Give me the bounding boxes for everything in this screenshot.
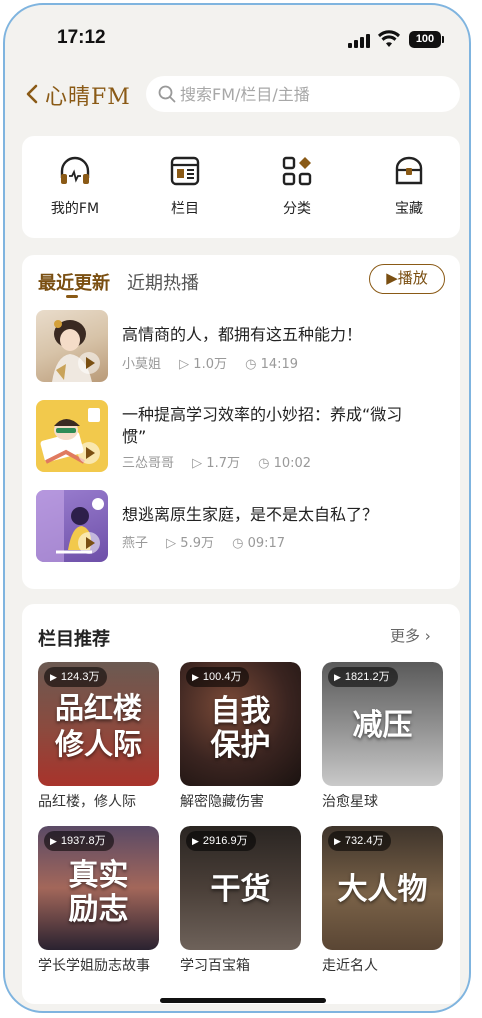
- play-all-button[interactable]: ▶播放: [369, 264, 445, 294]
- column-recommendations-card: 栏目推荐 更多 › 124.3万 品红楼 修人际 品红楼，修人际 100.4万 …: [22, 604, 460, 1004]
- column-tile[interactable]: 732.4万 大人物 走近名人: [322, 826, 443, 976]
- play-count-badge: 1821.2万: [328, 667, 398, 687]
- play-overlay-icon: [78, 442, 100, 464]
- column-tile[interactable]: 2916.9万 干货 学习百宝箱: [180, 826, 301, 976]
- clock-icon: ◷: [245, 357, 257, 372]
- column-name: 治愈星球: [322, 794, 378, 810]
- cover-text-line1: 自我: [210, 694, 271, 729]
- nav-label-treasure: 宝藏: [395, 201, 423, 217]
- episode-title: 高情商的人，都拥有这五种能力！: [122, 325, 363, 344]
- column-name: 品红楼，修人际: [38, 794, 136, 810]
- clock-icon: ◷: [258, 456, 270, 471]
- nav-treasure[interactable]: 宝藏: [364, 154, 454, 218]
- episode-duration: 09:17: [247, 536, 286, 551]
- cellular-signal-icon: [348, 32, 372, 48]
- app-logo: 心晴FM: [45, 85, 131, 110]
- tab-recent-updates[interactable]: 最近更新: [38, 269, 110, 295]
- nav-columns[interactable]: 栏目: [140, 154, 230, 218]
- category-grid-icon: [282, 156, 312, 186]
- nav-label-columns: 栏目: [171, 201, 199, 217]
- more-link[interactable]: 更多 ›: [390, 625, 431, 646]
- episode-plays: 1.7万: [206, 456, 240, 471]
- episode-meta: 燕子 ▷ 5.9万 ◷ 09:17: [122, 532, 285, 551]
- search-input[interactable]: [180, 80, 450, 108]
- recent-updates-card: 最近更新 近期热播 ▶播放 高情商的人，都拥有这五种能力！ 小莫姐 ▷ 1.0万: [22, 255, 460, 589]
- clock-icon: ◷: [232, 536, 244, 551]
- column-cover: 100.4万 自我 保护: [180, 662, 301, 786]
- column-tile[interactable]: 100.4万 自我 保护 解密隐藏伤害: [180, 662, 301, 812]
- column-tile[interactable]: 124.3万 品红楼 修人际 品红楼，修人际: [38, 662, 159, 812]
- episode-thumbnail: [36, 490, 108, 562]
- section-title: 栏目推荐: [38, 629, 110, 650]
- study-illustration: [40, 408, 100, 464]
- column-cover: 1937.8万 真实 励志: [38, 826, 159, 950]
- search-bar[interactable]: [146, 76, 460, 112]
- treasure-chest-icon: [395, 156, 423, 185]
- home-indicator[interactable]: [160, 998, 326, 1003]
- episode-thumbnail: [36, 400, 108, 472]
- episode-item[interactable]: 一种提高学习效率的小妙招：养成“微习惯” 三怂哥哥 ▷ 1.7万 ◷ 10:02: [36, 400, 450, 475]
- play-overlay-icon: [78, 352, 100, 374]
- status-time: 17:12: [57, 27, 106, 48]
- cover-text-line1: 真实: [68, 858, 129, 893]
- episode-title: 想逃离原生家庭，是不是太自私了？: [122, 505, 379, 524]
- status-bar: 17:12 100: [5, 5, 469, 69]
- column-name: 学长学姐励志故事: [38, 958, 150, 974]
- plays-icon: ▷: [166, 536, 177, 551]
- nav-label-categories: 分类: [283, 201, 311, 217]
- episode-meta: 小莫姐 ▷ 1.0万 ◷ 14:19: [122, 353, 298, 372]
- nav-my-fm[interactable]: 我的FM: [30, 154, 120, 218]
- episode-item[interactable]: 想逃离原生家庭，是不是太自私了？ 燕子 ▷ 5.9万 ◷ 09:17: [36, 490, 450, 565]
- episode-meta: 三怂哥哥 ▷ 1.7万 ◷ 10:02: [122, 452, 311, 471]
- active-tab-indicator: [66, 295, 78, 298]
- column-cover: 124.3万 品红楼 修人际: [38, 662, 159, 786]
- nav-categories[interactable]: 分类: [252, 154, 342, 218]
- column-tile[interactable]: 1937.8万 真实 励志 学长学姐励志故事: [38, 826, 159, 976]
- episode-duration: 14:19: [260, 357, 299, 372]
- play-count-badge: 124.3万: [44, 667, 108, 687]
- episode-plays: 5.9万: [180, 536, 214, 551]
- cover-text-line1: 大人物: [337, 872, 428, 907]
- episode-item[interactable]: 高情商的人，都拥有这五种能力！ 小莫姐 ▷ 1.0万 ◷ 14:19: [36, 310, 450, 385]
- play-count-badge: 2916.9万: [186, 831, 256, 851]
- play-count-badge: 100.4万: [186, 667, 250, 687]
- cover-text-line2: 修人际: [54, 727, 142, 761]
- episode-thumbnail: [36, 310, 108, 382]
- cover-text-line2: 励志: [68, 892, 129, 927]
- wifi-icon: [378, 30, 400, 47]
- episode-author: 小莫姐: [122, 357, 162, 372]
- nav-label-my-fm: 我的FM: [50, 201, 100, 217]
- portrait-illustration: [52, 320, 92, 382]
- battery-indicator: 100: [409, 31, 444, 48]
- episode-author: 三怂哥哥: [122, 456, 175, 471]
- column-cover: 2916.9万 干货: [180, 826, 301, 950]
- cover-text-line1: 减压: [352, 708, 413, 743]
- episode-duration: 10:02: [273, 456, 312, 471]
- phone-screen: 17:12 100 心晴FM 我的FM: [3, 3, 471, 1013]
- cover-text-line1: 干货: [210, 872, 271, 907]
- plays-icon: ▷: [192, 456, 203, 471]
- column-name: 学习百宝箱: [180, 958, 250, 974]
- column-name: 走近名人: [322, 958, 378, 974]
- play-overlay-icon: [78, 532, 100, 554]
- search-icon: [158, 85, 176, 103]
- column-cover: 1821.2万 减压: [322, 662, 443, 786]
- cover-text-line2: 保护: [210, 728, 271, 763]
- column-list-icon: [170, 156, 200, 186]
- play-count-badge: 1937.8万: [44, 831, 114, 851]
- play-count-badge: 732.4万: [328, 831, 392, 851]
- tab-hot-plays[interactable]: 近期热播: [127, 269, 199, 295]
- back-arrow-icon[interactable]: [23, 83, 41, 105]
- column-name: 解密隐藏伤害: [180, 794, 264, 810]
- episode-plays: 1.0万: [193, 357, 227, 372]
- column-tile[interactable]: 1821.2万 减压 治愈星球: [322, 662, 443, 812]
- episode-title: 一种提高学习效率的小妙招：养成“微习惯”: [122, 405, 403, 446]
- sitting-figure-illustration: [36, 490, 104, 562]
- quick-nav-card: 我的FM 栏目 分类 宝藏: [22, 136, 460, 238]
- cover-text-line1: 品红楼: [54, 691, 142, 725]
- plays-icon: ▷: [179, 357, 190, 372]
- episode-author: 燕子: [122, 536, 149, 551]
- headphones-icon: [60, 156, 90, 184]
- column-cover: 732.4万 大人物: [322, 826, 443, 950]
